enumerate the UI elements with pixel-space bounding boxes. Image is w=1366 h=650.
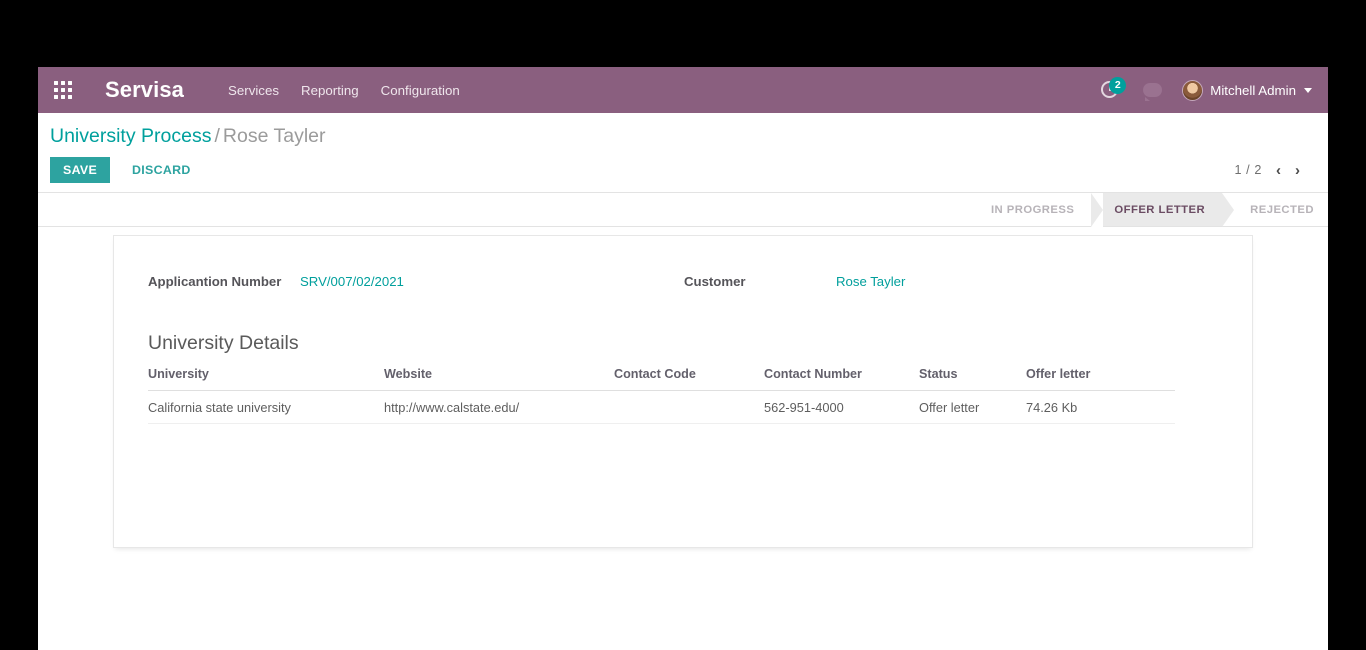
discard-button[interactable]: DISCARD [120,157,203,183]
form-top-fields: Applicantion Number SRV/007/02/2021 Cust… [148,274,1218,289]
top-navbar: Servisa Services Reporting Configuration… [38,67,1328,113]
chevron-down-icon [1304,87,1312,93]
main-menu: Services Reporting Configuration [228,83,460,98]
brand-title[interactable]: Servisa [105,77,184,103]
breadcrumb-parent[interactable]: University Process [50,125,211,147]
cell-university: California state university [148,390,384,424]
breadcrumb-current: Rose Tayler [222,125,326,147]
statusbar: IN PROGRESS OFFER LETTER REJECTED [968,193,1328,227]
pager-value: 1 / 2 [1234,163,1262,177]
statusbar-row: IN PROGRESS OFFER LETTER REJECTED [38,193,1328,227]
status-stage-in-progress[interactable]: IN PROGRESS [968,193,1091,226]
form-sheet: Applicantion Number SRV/007/02/2021 Cust… [113,235,1253,554]
avatar [1182,79,1204,101]
column-header-offer-letter: Offer letter [1026,363,1175,391]
status-stage-offer-letter[interactable]: OFFER LETTER [1091,193,1234,227]
save-button[interactable]: SAVE [50,157,111,183]
activity-count-badge: 2 [1109,77,1127,94]
table-header-row: University Website Contact Code Contact … [148,363,1175,391]
pager-previous-icon[interactable]: ‹ [1276,163,1281,178]
control-panel-buttons-row: SAVE DISCARD 1 / 2 ‹ › [50,156,1314,184]
cell-website: http://www.calstate.edu/ [384,390,614,424]
apps-grid-icon[interactable] [50,77,76,103]
section-title-university-details: University Details [148,332,299,354]
user-name-label: Mitchell Admin [1210,82,1296,98]
customer-label: Customer [684,274,746,289]
user-menu[interactable]: Mitchell Admin [1182,79,1312,101]
cell-contact-code [614,390,764,424]
chat-bubble-icon[interactable] [1143,83,1163,101]
cell-offer-letter: 74.26 Kb [1026,390,1175,424]
menu-item-configuration[interactable]: Configuration [381,83,460,98]
column-header-contact-code: Contact Code [614,363,764,391]
university-details-table: University Website Contact Code Contact … [148,363,1175,424]
field-application-number: Applicantion Number SRV/007/02/2021 [148,274,684,289]
field-customer: Customer Rose Tayler [684,274,905,289]
column-header-university: University [148,363,384,391]
status-stage-rejected[interactable]: REJECTED [1222,193,1328,226]
customer-value[interactable]: Rose Tayler [836,274,905,289]
application-number-value[interactable]: SRV/007/02/2021 [300,274,404,289]
column-header-contact-number: Contact Number [764,363,919,391]
breadcrumb-separator: / [214,125,220,147]
pager-next-icon[interactable]: › [1295,163,1300,178]
table-row[interactable]: California state university http://www.c… [148,390,1175,424]
odoo-app-window: Servisa Services Reporting Configuration… [38,67,1328,650]
cell-status: Offer letter [919,390,1026,424]
menu-item-services[interactable]: Services [228,83,279,98]
cell-contact-number: 562-951-4000 [764,390,919,424]
menu-item-reporting[interactable]: Reporting [301,83,359,98]
application-number-label: Applicantion Number [148,274,282,289]
column-header-status: Status [919,363,1026,391]
column-header-website: Website [384,363,614,391]
control-panel: University Process / Rose Tayler SAVE DISC… [38,113,1328,193]
breadcrumb: University Process / Rose Tayler [50,123,1314,149]
record-pager: 1 / 2 ‹ › [1234,163,1314,178]
form-sheet-background: Applicantion Number SRV/007/02/2021 Cust… [38,227,1328,650]
navbar-right-tools: 2 Mitchell Admin [1099,77,1318,102]
activity-menu-button[interactable]: 2 [1099,77,1127,102]
